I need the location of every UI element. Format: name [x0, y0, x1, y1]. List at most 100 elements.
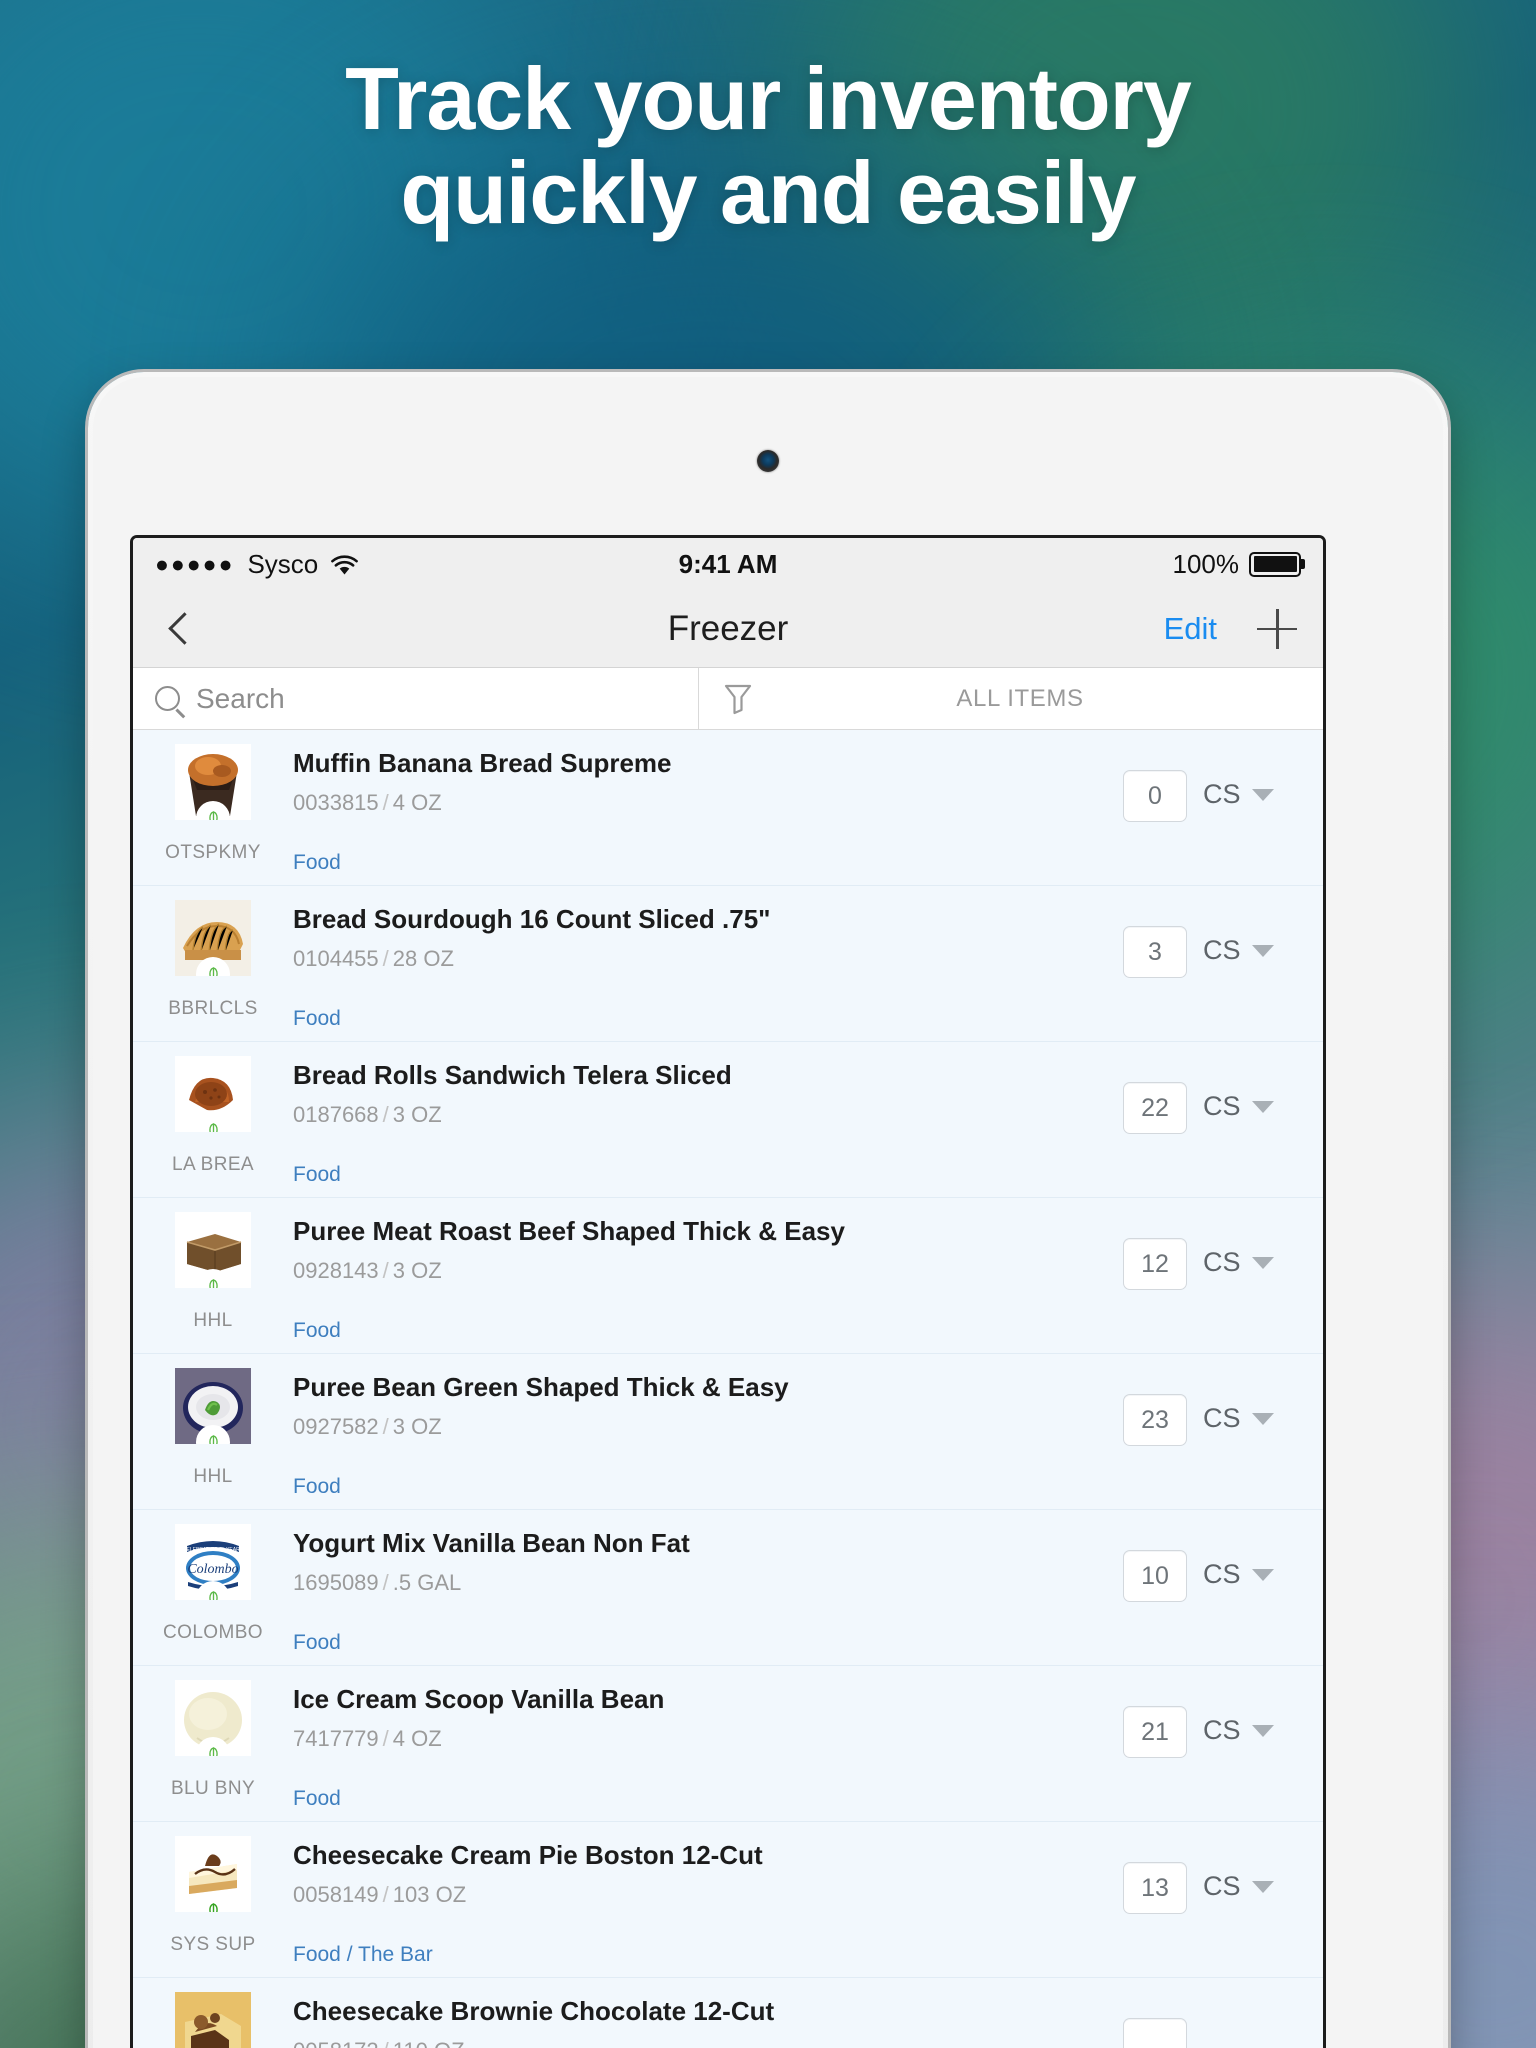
- uom-label: CS: [1203, 1559, 1241, 1589]
- quantity-input[interactable]: 12: [1123, 1238, 1187, 1290]
- quantity-input[interactable]: 22: [1123, 1082, 1187, 1134]
- uom-label: CS: [1203, 1403, 1241, 1433]
- table-row[interactable]: HHL Puree Meat Roast Beef Shaped Thick &…: [133, 1198, 1323, 1354]
- search-filter-bar: Search ALL ITEMS: [133, 668, 1323, 730]
- chevron-down-icon: [1251, 1256, 1274, 1269]
- item-meta: 7417779/4 OZ: [293, 1726, 442, 1751]
- item-name: Cheesecake Brownie Chocolate 12-Cut: [293, 1996, 775, 2026]
- uom-dropdown[interactable]: CS: [1203, 770, 1274, 810]
- item-sku: 0058172: [293, 2038, 379, 2048]
- item-brand: BBRLCLS: [168, 998, 258, 1019]
- uom-dropdown[interactable]: CS: [1203, 1082, 1274, 1122]
- item-pack-size: 4 OZ: [392, 790, 442, 815]
- quantity-input[interactable]: 21: [1123, 1706, 1187, 1758]
- item-name: Bread Sourdough 16 Count Sliced .75": [293, 904, 771, 934]
- plus-icon[interactable]: [1257, 608, 1297, 649]
- item-sku: 0033815: [293, 790, 379, 815]
- quantity-input[interactable]: [1123, 2018, 1187, 2048]
- status-bar-left: ●●●●● Sysco: [155, 549, 359, 580]
- item-category[interactable]: Food: [293, 1007, 1113, 1031]
- wifi-icon: [331, 554, 359, 575]
- battery-full-icon: [1249, 551, 1301, 577]
- item-category[interactable]: Food: [293, 1787, 1113, 1811]
- item-quantity-controls: 23 CS: [1123, 1368, 1323, 1499]
- table-row[interactable]: SYS SUP Cheesecake Cream Pie Boston 12-C…: [133, 1822, 1323, 1978]
- quantity-input[interactable]: 3: [1123, 926, 1187, 978]
- green-bean-plate-thumbnail: [175, 1368, 251, 1444]
- quantity-input[interactable]: 0: [1123, 770, 1187, 822]
- item-details: Bread Rolls Sandwich Telera Sliced 01876…: [293, 1056, 1123, 1187]
- table-row[interactable]: HHL Puree Bean Green Shaped Thick & Easy…: [133, 1354, 1323, 1510]
- item-thumbnail-column: BLU BNY: [133, 1680, 293, 1811]
- item-pack-size: 103 OZ: [392, 1882, 467, 1907]
- item-meta: 0928143/3 OZ: [293, 1258, 442, 1283]
- quantity-input[interactable]: 23: [1123, 1394, 1187, 1446]
- item-details: Muffin Banana Bread Supreme 0033815/4 OZ…: [293, 744, 1123, 875]
- box-thumbnail: [175, 1212, 251, 1288]
- front-camera-icon: [757, 450, 779, 472]
- chevron-down-icon: [1251, 1724, 1274, 1737]
- table-row[interactable]: OTSPKMY Muffin Banana Bread Supreme 0033…: [133, 730, 1323, 886]
- item-sku: 0058149: [293, 1882, 379, 1907]
- item-sku: 0928143: [293, 1258, 379, 1283]
- uom-dropdown[interactable]: CS: [1203, 926, 1274, 966]
- item-sku: 7417779: [293, 1726, 379, 1751]
- table-row[interactable]: BBRLCLS Bread Sourdough 16 Count Sliced …: [133, 886, 1323, 1042]
- item-thumbnail-column: OTSPKMY: [133, 744, 293, 875]
- item-name: Puree Bean Green Shaped Thick & Easy: [293, 1372, 789, 1402]
- quantity-input[interactable]: 10: [1123, 1550, 1187, 1602]
- table-row[interactable]: Cheesecake Brownie Chocolate 12-Cut 0058…: [133, 1978, 1323, 2048]
- item-thumbnail-column: CELEBRATING 75 YEARS Colombo COLOMBO: [133, 1524, 293, 1655]
- item-category[interactable]: Food / The Bar: [293, 1943, 1113, 1967]
- uom-label: CS: [1203, 779, 1241, 809]
- item-sku: 0927582: [293, 1414, 379, 1439]
- navigation-bar: Freezer Edit: [133, 590, 1323, 668]
- item-brand: HHL: [193, 1310, 233, 1331]
- item-thumbnail-column: HHL: [133, 1368, 293, 1499]
- item-pack-size: 4 OZ: [392, 1726, 442, 1751]
- item-category[interactable]: Food: [293, 1163, 1113, 1187]
- item-quantity-controls: [1123, 1992, 1323, 2048]
- item-category[interactable]: Food: [293, 1319, 1113, 1343]
- uom-dropdown[interactable]: CS: [1203, 1862, 1274, 1902]
- item-meta: 0187668/3 OZ: [293, 1102, 442, 1127]
- quantity-input[interactable]: 13: [1123, 1862, 1187, 1914]
- item-meta: 0033815/4 OZ: [293, 790, 442, 815]
- battery-percentage-label: 100%: [1172, 548, 1240, 579]
- table-row[interactable]: CELEBRATING 75 YEARS Colombo COLOMBO Yog…: [133, 1510, 1323, 1666]
- chevron-down-icon: [1251, 1100, 1274, 1113]
- item-meta: 0927582/3 OZ: [293, 1414, 442, 1439]
- headline-line-2: quickly and easily: [400, 143, 1136, 243]
- ice-cream-scoop-thumbnail: [175, 1680, 251, 1756]
- search-input[interactable]: Search: [133, 668, 699, 729]
- uom-dropdown[interactable]: CS: [1203, 1550, 1274, 1590]
- uom-label: CS: [1203, 935, 1241, 965]
- item-category[interactable]: Food: [293, 851, 1113, 875]
- edit-button[interactable]: Edit: [1164, 611, 1217, 647]
- inventory-list[interactable]: OTSPKMY Muffin Banana Bread Supreme 0033…: [133, 730, 1323, 2048]
- item-quantity-controls: 0 CS: [1123, 744, 1323, 875]
- muffin-thumbnail: [175, 744, 251, 820]
- item-thumbnail-column: HHL: [133, 1212, 293, 1343]
- uom-dropdown[interactable]: CS: [1203, 1394, 1274, 1434]
- item-details: Bread Sourdough 16 Count Sliced .75" 010…: [293, 900, 1123, 1031]
- uom-label: CS: [1203, 1871, 1241, 1901]
- uom-dropdown[interactable]: CS: [1203, 1238, 1274, 1278]
- item-brand: LA BREA: [171, 1154, 254, 1175]
- uom-dropdown[interactable]: CS: [1203, 1706, 1274, 1746]
- item-meta: 1695089/.5 GAL: [293, 1570, 462, 1595]
- item-quantity-controls: 12 CS: [1123, 1212, 1323, 1343]
- item-quantity-controls: 13 CS: [1123, 1836, 1323, 1967]
- chevron-down-icon: [1251, 788, 1274, 801]
- chevron-down-icon: [1251, 1880, 1274, 1893]
- item-brand: COLOMBO: [163, 1622, 263, 1643]
- table-row[interactable]: LA BREA Bread Rolls Sandwich Telera Slic…: [133, 1042, 1323, 1198]
- promo-headline: Track your inventory quickly and easily: [0, 51, 1536, 243]
- item-category[interactable]: Food: [293, 1631, 1113, 1655]
- item-category[interactable]: Food: [293, 1475, 1113, 1499]
- table-row[interactable]: BLU BNY Ice Cream Scoop Vanilla Bean 741…: [133, 1666, 1323, 1822]
- chevron-down-icon: [1251, 1412, 1274, 1425]
- item-sku: 0187668: [293, 1102, 379, 1127]
- item-name: Muffin Banana Bread Supreme: [293, 748, 672, 778]
- filter-selector[interactable]: ALL ITEMS: [699, 668, 1323, 729]
